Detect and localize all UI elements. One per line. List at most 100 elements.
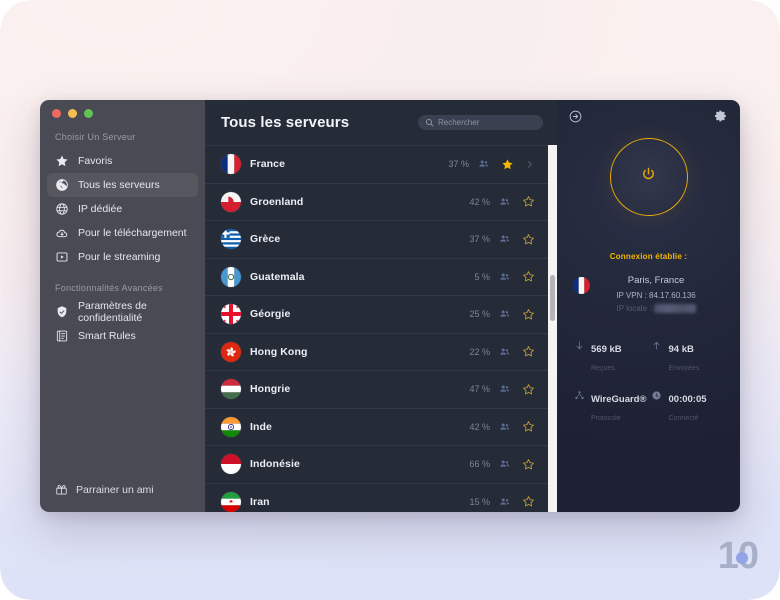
- connection-panel-toolbar: [557, 100, 740, 132]
- country-flag-icon: [221, 379, 241, 400]
- users-icon: [499, 271, 512, 283]
- country-flag-icon: [221, 416, 241, 437]
- server-country-name: France: [250, 158, 286, 171]
- server-row[interactable]: Iran 15 %: [205, 482, 548, 513]
- connection-status-text: Connexion établie :: [609, 252, 688, 261]
- sidebar-item-tous-les-serveurs[interactable]: Tous les serveurs: [47, 173, 198, 197]
- sidebar-item-label: Tous les serveurs: [78, 179, 160, 191]
- server-row[interactable]: Inde 42 %: [205, 407, 548, 446]
- server-load-percent: 22 %: [469, 346, 490, 357]
- server-row[interactable]: Géorgie 25 %: [205, 295, 548, 333]
- sidebar-item-label: Favoris: [78, 155, 113, 167]
- country-flag-icon: [221, 191, 241, 212]
- country-flag-icon: [221, 304, 241, 325]
- server-row[interactable]: France 37 %: [205, 145, 548, 183]
- server-row[interactable]: Hongrie 47 %: [205, 370, 548, 408]
- server-list-panel: Tous les serveurs France 37 % Groenland 42 …: [205, 100, 557, 512]
- stat-duration: 00:00:05 Connecté: [651, 389, 729, 425]
- connection-texts: Paris, France IP VPN : 84.17.60.136 IP l…: [584, 275, 728, 313]
- server-country-name: Groenland: [250, 195, 304, 208]
- sidebar-item-label: Pour le téléchargement: [78, 227, 187, 239]
- server-row[interactable]: Guatemala 5 %: [205, 257, 548, 296]
- stat-value: WireGuard®: [591, 394, 647, 405]
- sidebar-item-label: Paramètres de confidentialité: [78, 300, 147, 324]
- server-country-name: Hong Kong: [250, 345, 308, 358]
- connection-panel: Connexion établie : Paris, France IP VPN…: [557, 100, 740, 512]
- connection-local-ip-label: IP locale :: [616, 304, 652, 313]
- stat-sent: 94 kB Envoyées: [651, 339, 729, 375]
- server-list-scrollbar[interactable]: [548, 145, 557, 512]
- sidebar-item-label: IP dédiée: [78, 203, 123, 215]
- favorite-star-filled-icon[interactable]: [500, 158, 514, 171]
- server-load-percent: 5 %: [474, 271, 490, 282]
- arrow-up-icon: [651, 340, 663, 351]
- power-button[interactable]: [609, 138, 688, 216]
- server-country-name: Grèce: [250, 233, 281, 246]
- favorite-star-outline-icon[interactable]: [521, 345, 535, 358]
- arrow-right-circle-icon[interactable]: [568, 109, 583, 124]
- sidebar-item-label: Smart Rules: [78, 330, 136, 342]
- users-icon: [499, 496, 512, 508]
- minimize-button[interactable]: [68, 108, 77, 118]
- search-icon: [425, 118, 434, 127]
- country-flag-icon: [221, 341, 241, 362]
- gift-icon: [55, 483, 68, 496]
- server-list: France 37 % Groenland 42 % Grèce 37 % Guatemal…: [205, 145, 548, 512]
- sidebar-section-title-servers: Choisir Un Serveur: [55, 132, 136, 142]
- server-row[interactable]: Groenland 42 %: [205, 182, 548, 221]
- country-flag-icon: [221, 266, 241, 287]
- favorite-star-outline-icon[interactable]: [521, 495, 535, 508]
- refer-a-friend-label: Parrainer un ami: [76, 483, 154, 496]
- sidebar-item-parametres-de-confidentialite[interactable]: Paramètres de confidentialité: [47, 300, 198, 324]
- users-icon: [499, 233, 512, 245]
- server-row[interactable]: Grèce 37 %: [205, 220, 548, 258]
- stat-value: 94 kB: [668, 344, 694, 355]
- users-icon: [499, 196, 512, 208]
- close-button[interactable]: [52, 108, 61, 118]
- search-input[interactable]: [438, 118, 536, 127]
- country-flag-icon: [221, 454, 241, 475]
- globe-icon: [55, 178, 69, 192]
- stat-value: 569 kB: [591, 344, 622, 355]
- sidebar-section-title-advanced: Fonctionnalités Avancées: [55, 283, 163, 293]
- chevron-right-icon[interactable]: [523, 159, 535, 170]
- rules-icon: [55, 329, 69, 343]
- server-row[interactable]: Indonésie 66 %: [205, 445, 548, 483]
- refer-a-friend-button[interactable]: Parrainer un ami: [40, 483, 205, 512]
- maximize-button[interactable]: [84, 108, 93, 118]
- server-country-name: Indonésie: [250, 458, 300, 471]
- server-list-scrollbar-thumb[interactable]: [550, 275, 555, 321]
- server-country-name: Géorgie: [250, 308, 291, 321]
- favorite-star-outline-icon[interactable]: [521, 270, 535, 283]
- favorite-star-outline-icon[interactable]: [521, 420, 535, 433]
- power-button-wrapper: [557, 138, 740, 216]
- favorite-star-outline-icon[interactable]: [521, 233, 535, 246]
- dedicated-ip-icon: [55, 202, 69, 216]
- protocol-icon: [573, 390, 585, 401]
- search-box[interactable]: [418, 115, 543, 130]
- country-flag-icon: [221, 154, 241, 175]
- sidebar-item-favoris[interactable]: Favoris: [47, 149, 198, 173]
- server-row[interactable]: Hong Kong 22 %: [205, 332, 548, 371]
- shield-icon: [55, 305, 69, 319]
- server-load-percent: 42 %: [469, 196, 490, 207]
- users-icon: [499, 308, 512, 320]
- favorite-star-outline-icon[interactable]: [521, 308, 535, 321]
- sidebar-item-pour-le-telechargement[interactable]: Pour le téléchargement: [47, 221, 198, 245]
- users-icon: [499, 383, 512, 395]
- corner-mask-top-left: [0, 0, 30, 30]
- corner-mask-top-right: [750, 0, 780, 30]
- gear-icon[interactable]: [713, 109, 728, 124]
- sidebar-item-ip-dediee[interactable]: IP dédiée: [47, 197, 198, 221]
- favorite-star-outline-icon[interactable]: [521, 458, 535, 471]
- country-flag-icon: [221, 229, 241, 250]
- favorite-star-outline-icon[interactable]: [521, 195, 535, 208]
- stat-value: 00:00:05: [668, 394, 707, 405]
- sidebar-item-pour-le-streaming[interactable]: Pour le streaming: [47, 245, 198, 269]
- server-list-header: Tous les serveurs: [205, 100, 557, 145]
- server-country-name: Iran: [250, 495, 270, 508]
- users-icon: [478, 158, 491, 170]
- favorite-star-outline-icon[interactable]: [521, 383, 535, 396]
- sidebar-item-smart-rules[interactable]: Smart Rules: [47, 324, 198, 348]
